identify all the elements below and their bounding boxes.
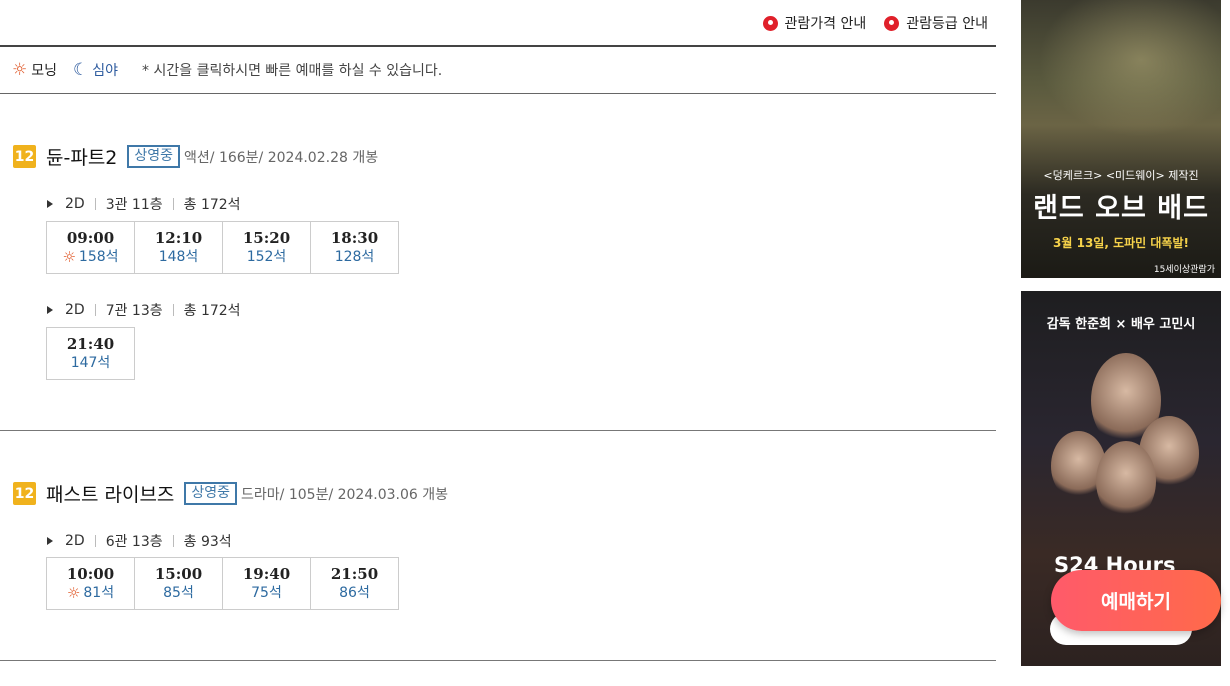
status-badge: 상영중 <box>184 482 238 505</box>
rating-guide-label: 관람등급 안내 <box>906 16 988 32</box>
remaining-seats: 75석 <box>251 585 282 601</box>
divider <box>172 198 174 210</box>
ad-banner-land-of-bad[interactable]: <덩케르크> <미드웨이> 제작진 랜드 오브 배드 3월 13일, 도파민 대… <box>1021 0 1221 278</box>
remaining-seats: ☼ 81석 <box>67 584 114 602</box>
divider <box>94 535 96 547</box>
price-guide-link[interactable]: 관람가격 안내 <box>762 13 867 33</box>
total-seats: 총 172석 <box>183 303 241 319</box>
movie-title-row: 12 듄-파트2 상영중 액션/ 166분/ 2024.02.28 개봉 <box>13 143 378 170</box>
showtime: 21:50 <box>330 565 379 583</box>
showtime: 15:00 <box>154 565 203 583</box>
legend-morning: ☼ 모닝 <box>12 60 57 80</box>
hall-info: 2D 3관 11층 총 172석 <box>47 194 241 214</box>
legend-morning-label: 모닝 <box>31 63 58 79</box>
hall-info: 2D 7관 13층 총 172석 <box>47 300 241 320</box>
sun-icon: ☼ <box>12 59 28 80</box>
hall-name: 7관 13층 <box>105 303 163 319</box>
showtime-panel: 관람가격 안내 관람등급 안내 ☼ 모닝 ☾ 심야 * 시간을 클릭하시면 빠른… <box>0 0 996 686</box>
hall-name: 3관 11층 <box>105 197 163 213</box>
showtime-button[interactable]: 18:30 128석 <box>310 221 399 274</box>
ad-subline: 3월 13일, 도파민 대폭발! <box>1053 236 1189 250</box>
rating-guide-link[interactable]: 관람등급 안내 <box>884 13 988 33</box>
showtime: 18:30 <box>330 229 379 247</box>
remaining-seats: 148석 <box>158 249 199 265</box>
hall-name: 6관 13층 <box>105 534 163 550</box>
movie-title-row: 12 패스트 라이브즈 상영중 드라마/ 105분/ 2024.03.06 개봉 <box>13 480 448 507</box>
total-seats: 총 93석 <box>183 534 232 550</box>
sun-icon: ☼ <box>62 247 76 266</box>
legend-late-night: ☾ 심야 <box>73 60 118 80</box>
legend-bar: ☼ 모닝 ☾ 심야 * 시간을 클릭하시면 빠른 예매를 하실 수 있습니다. <box>0 45 996 94</box>
reserve-button[interactable]: 예매하기 <box>1051 570 1221 631</box>
total-seats: 총 172석 <box>183 197 241 213</box>
showtime-button[interactable]: 19:40 75석 <box>222 557 311 610</box>
showtime-list: 10:00 ☼ 81석 15:00 85석 19:40 75석 21:50 86석 <box>46 557 399 610</box>
showtime-button[interactable]: 21:40 147석 <box>46 327 135 380</box>
screen-format: 2D <box>65 533 85 549</box>
ad-portrait-image <box>1096 441 1156 521</box>
ad-tagline: <덩케르크> <미드웨이> 제작진 <box>1043 169 1199 182</box>
showtime: 09:00 <box>66 229 115 247</box>
top-links: 관람가격 안내 관람등급 안내 <box>762 13 988 33</box>
sun-icon: ☼ <box>66 583 81 602</box>
showtime-button[interactable]: 15:00 85석 <box>134 557 223 610</box>
showtime: 15:20 <box>242 229 291 247</box>
price-guide-label: 관람가격 안내 <box>784 16 867 32</box>
divider <box>94 198 96 210</box>
showtime: 19:40 <box>242 565 291 583</box>
ad-headline: 랜드 오브 배드 <box>1033 193 1209 224</box>
remaining-seats: 147석 <box>70 355 111 371</box>
movie-meta: 드라마/ 105분/ 2024.03.06 개봉 <box>241 486 448 503</box>
remaining-seats: 85석 <box>163 585 194 601</box>
showtime-button[interactable]: 12:10 148석 <box>134 221 223 274</box>
divider <box>172 535 174 547</box>
triangle-right-icon <box>47 200 53 208</box>
divider <box>172 304 174 316</box>
divider <box>94 304 96 316</box>
ad-rating: 15세이상관람가 <box>1153 265 1215 275</box>
showtime: 10:00 <box>66 565 115 583</box>
location-pin-icon <box>884 15 900 31</box>
screen-format: 2D <box>65 302 85 318</box>
movie-title[interactable]: 패스트 라이브즈 <box>46 480 174 507</box>
location-pin-icon <box>762 15 778 31</box>
remaining-seats: 152석 <box>246 249 287 265</box>
age-rating-badge: 12 <box>13 145 36 168</box>
legend-note: * 시간을 클릭하시면 빠른 예매를 하실 수 있습니다. <box>142 63 443 79</box>
showtime-list: 21:40 147석 <box>46 327 135 380</box>
movie-meta: 액션/ 166분/ 2024.02.28 개봉 <box>184 149 379 166</box>
age-rating-badge: 12 <box>13 482 36 505</box>
showtime-button[interactable]: 15:20 152석 <box>222 221 311 274</box>
showtime-button[interactable]: 10:00 ☼ 81석 <box>46 557 135 610</box>
movie-divider <box>0 660 996 661</box>
triangle-right-icon <box>47 537 53 545</box>
movie-divider <box>0 430 996 431</box>
movie-title[interactable]: 듄-파트2 <box>46 143 117 170</box>
seats-count: 158석 <box>78 249 119 265</box>
showtime-button[interactable]: 09:00 ☼ 158석 <box>46 221 135 274</box>
ad-scene-image <box>1021 0 1221 150</box>
remaining-seats: ☼ 158석 <box>62 248 118 266</box>
moon-icon: ☾ <box>73 59 89 80</box>
showtime: 21:40 <box>66 335 115 353</box>
status-badge: 상영중 <box>127 145 181 168</box>
hall-info: 2D 6관 13층 총 93석 <box>47 531 232 551</box>
screen-format: 2D <box>65 196 85 212</box>
triangle-right-icon <box>47 306 53 314</box>
showtime: 12:10 <box>154 229 203 247</box>
ad-credit: 감독 한준희 × 배우 고민시 <box>1046 317 1196 332</box>
legend-late-night-label: 심야 <box>92 63 119 79</box>
showtime-list: 09:00 ☼ 158석 12:10 148석 15:20 152석 18:30 … <box>46 221 399 274</box>
remaining-seats: 86석 <box>339 585 370 601</box>
seats-count: 81석 <box>83 585 115 601</box>
remaining-seats: 128석 <box>334 249 375 265</box>
showtime-button[interactable]: 21:50 86석 <box>310 557 399 610</box>
